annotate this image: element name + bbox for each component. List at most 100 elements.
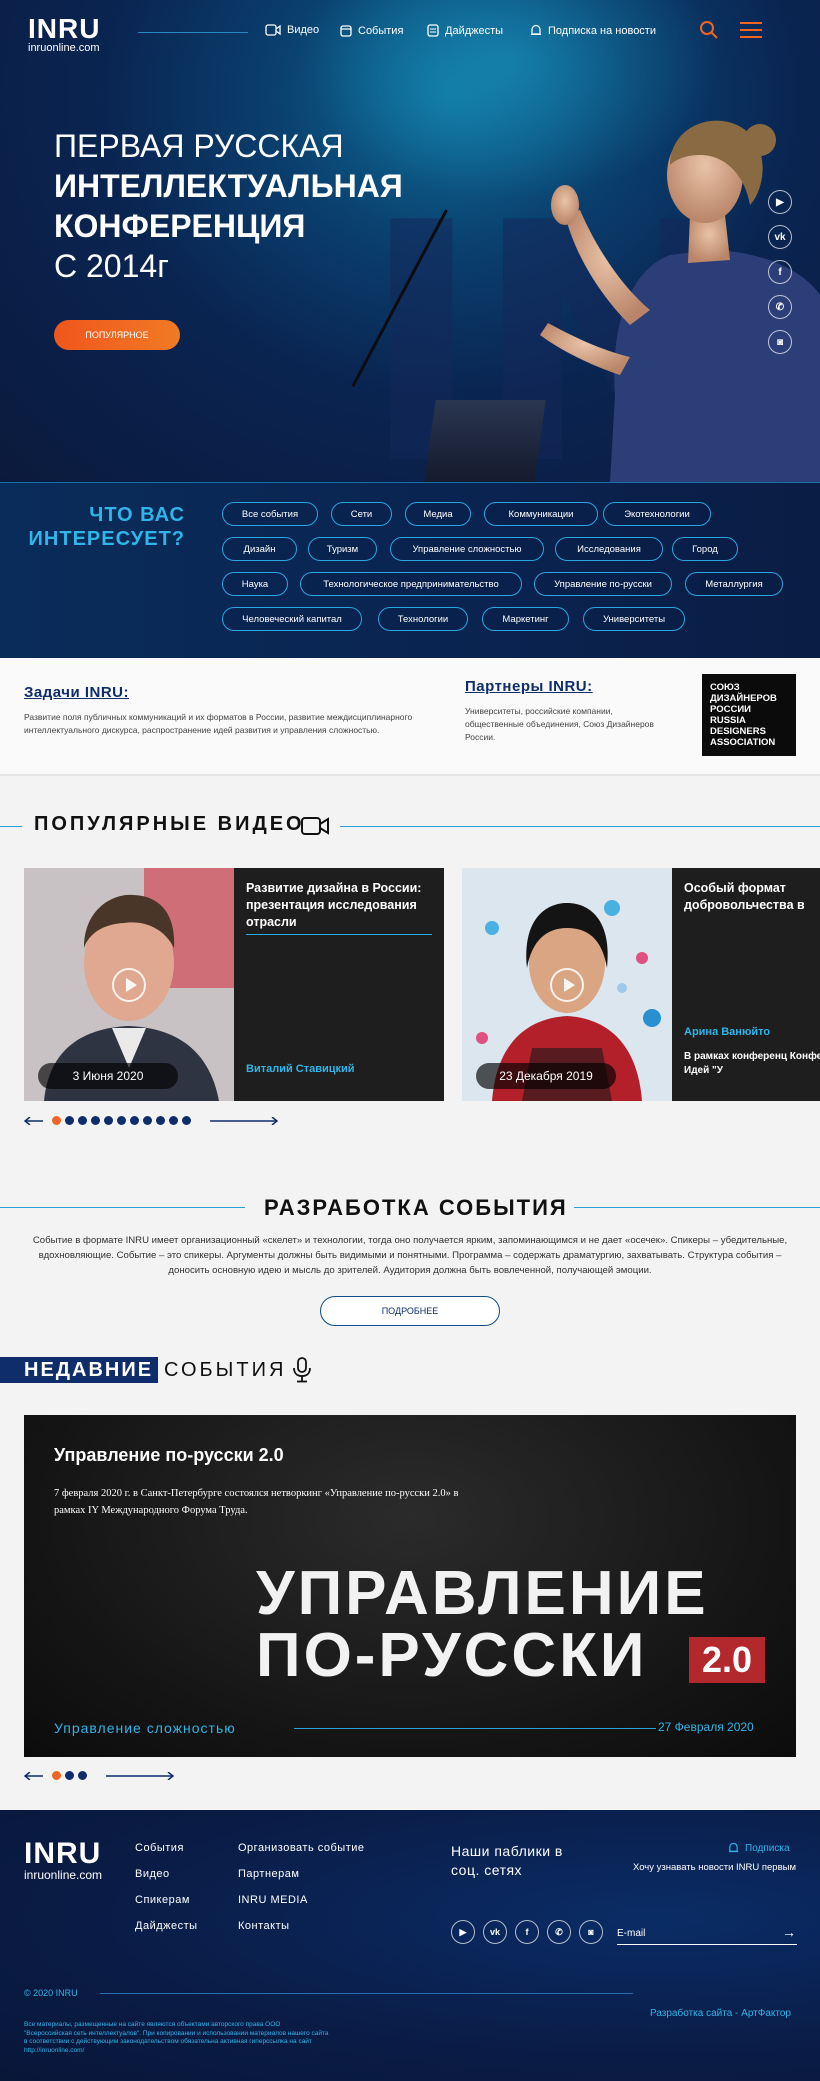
nav-subscribe-label: Подписка на новости xyxy=(548,24,656,37)
instagram-icon[interactable]: ◙ xyxy=(768,330,792,354)
nav-digests[interactable]: Дайджесты xyxy=(427,24,503,37)
chip-science[interactable]: Наука xyxy=(222,572,288,596)
footer-logo-domain: inruonline.com xyxy=(24,1868,103,1882)
chip-networks[interactable]: Сети xyxy=(331,502,392,526)
chip-communications[interactable]: Коммуникации xyxy=(484,502,598,526)
pager-dot[interactable] xyxy=(156,1116,165,1125)
popular-button[interactable]: ПОПУЛЯРНОЕ xyxy=(54,320,180,350)
footer-link-digests[interactable]: Дайджесты xyxy=(135,1920,198,1932)
nav-subscribe[interactable]: Подписка на новости xyxy=(530,24,656,37)
search-icon[interactable] xyxy=(699,20,719,40)
chip-research[interactable]: Исследования xyxy=(555,537,663,561)
recent-title-part2: СОБЫТИЯ xyxy=(164,1359,287,1381)
logo-text: INRU xyxy=(28,13,101,44)
pager-dot[interactable] xyxy=(65,1771,74,1780)
event-card[interactable]: Управление по-русски 2.0 7 февраля 2020 … xyxy=(24,1415,796,1757)
tasks-text: Развитие поля публичных коммуникаций и и… xyxy=(24,712,413,735)
email-input[interactable] xyxy=(617,1923,797,1945)
footer-logo-text: INRU xyxy=(24,1837,102,1870)
video-title[interactable]: Развитие дизайна в России: презентация и… xyxy=(246,880,436,931)
chip-metallurgy[interactable]: Металлургия xyxy=(685,572,783,596)
chip-technology[interactable]: Технологии xyxy=(378,607,468,631)
viber-icon[interactable]: ✆ xyxy=(547,1920,571,1944)
pager-dot[interactable] xyxy=(52,1771,61,1780)
pager-dot[interactable] xyxy=(78,1771,87,1780)
nav-events[interactable]: События xyxy=(340,24,403,37)
chip-management-russian[interactable]: Управление по-русски xyxy=(534,572,672,596)
event-category[interactable]: Управление сложностью xyxy=(54,1720,236,1736)
youtube-icon[interactable]: ▶ xyxy=(451,1920,475,1944)
video-title[interactable]: Особый формат добровольчества в xyxy=(684,880,820,914)
chip-all-events[interactable]: Все события xyxy=(222,502,318,526)
chip-city[interactable]: Город xyxy=(672,537,738,561)
menu-icon[interactable] xyxy=(740,22,762,38)
arrow-left-icon[interactable] xyxy=(24,1771,44,1780)
footer-link-events[interactable]: События xyxy=(135,1842,184,1854)
play-icon[interactable] xyxy=(550,968,584,1002)
video-card[interactable]: 3 Июня 2020 Развитие дизайна в России: п… xyxy=(24,868,444,1101)
instagram-icon[interactable]: ◙ xyxy=(579,1920,603,1944)
interests-title-line2: ИНТЕРЕСУЕТ? xyxy=(28,528,185,550)
hero-title-line3: КОНФЕРЕНЦИЯ xyxy=(54,208,306,244)
arrow-right-icon[interactable] xyxy=(105,1771,175,1780)
footer-link-partners[interactable]: Партнерам xyxy=(238,1868,299,1880)
more-button[interactable]: ПОДРОБНЕЕ xyxy=(320,1296,500,1326)
chip-tourism[interactable]: Туризм xyxy=(308,537,377,561)
chip-ecotech[interactable]: Экотехнологии xyxy=(603,502,711,526)
logo[interactable]: INRU inruonline.com xyxy=(28,13,101,55)
footer-link-contacts[interactable]: Контакты xyxy=(238,1920,290,1932)
pager-dot[interactable] xyxy=(169,1116,178,1125)
partners-title[interactable]: Партнеры INRU: xyxy=(465,678,665,695)
footer-link-speakers[interactable]: Спикерам xyxy=(135,1894,190,1906)
chip-complexity[interactable]: Управление сложностью xyxy=(390,537,544,561)
digest-icon xyxy=(427,24,439,37)
vk-icon[interactable]: vk xyxy=(768,225,792,249)
video-speaker: Виталий Ставицкий xyxy=(246,1063,355,1075)
pager-dot[interactable] xyxy=(143,1116,152,1125)
tasks-title[interactable]: Задачи INRU: xyxy=(24,684,444,701)
developer-link[interactable]: Разработка сайта - АртФактор xyxy=(650,2008,791,2019)
pager-dot[interactable] xyxy=(65,1116,74,1125)
chip-tech-entrepreneurship[interactable]: Технологическое предпринимательство xyxy=(300,572,522,596)
pager-dot[interactable] xyxy=(91,1116,100,1125)
chip-human-capital[interactable]: Человеческий капитал xyxy=(222,607,362,631)
footer-link-videos[interactable]: Видео xyxy=(135,1868,170,1880)
event-poster-line2: ПО-РУССКИ xyxy=(256,1621,648,1690)
pager-dot[interactable] xyxy=(117,1116,126,1125)
chip-universities[interactable]: Университеты xyxy=(583,607,685,631)
youtube-icon[interactable]: ▶ xyxy=(768,190,792,214)
chip-design[interactable]: Дизайн xyxy=(222,537,297,561)
facebook-icon[interactable]: f xyxy=(768,260,792,284)
section-line xyxy=(0,826,22,827)
facebook-icon[interactable]: f xyxy=(515,1920,539,1944)
popular-videos-title: ПОПУЛЯРНЫЕ ВИДЕО xyxy=(34,813,305,835)
partners-block: Партнеры INRU: Университеты, российские … xyxy=(465,678,665,744)
chip-marketing[interactable]: Маркетинг xyxy=(482,607,569,631)
vk-icon[interactable]: vk xyxy=(483,1920,507,1944)
footer-logo[interactable]: INRU inruonline.com xyxy=(24,1837,103,1883)
viber-icon[interactable]: ✆ xyxy=(768,295,792,319)
section-line xyxy=(340,826,820,827)
arrow-left-icon[interactable] xyxy=(24,1116,44,1125)
partners-text: Университеты, российские компании, общес… xyxy=(465,706,654,742)
footer-link-media[interactable]: INRU MEDIA xyxy=(238,1894,308,1906)
video-card[interactable]: 23 Декабря 2019 Особый формат добровольч… xyxy=(462,868,820,1101)
copyright: © 2020 INRU xyxy=(24,1988,78,1998)
hero-social-links: ▶ vk f ✆ ◙ xyxy=(768,190,792,365)
designers-union-logo[interactable]: СОЮЗ ДИЗАЙНЕРОВ РОССИИ RUSSIA DESIGNERS … xyxy=(702,674,796,756)
footer-link-organize[interactable]: Организовать событие xyxy=(238,1842,365,1854)
partner-logo-line: РОССИИ xyxy=(710,704,751,715)
submit-arrow-icon[interactable]: → xyxy=(782,1924,796,1940)
pager-dot[interactable] xyxy=(130,1116,139,1125)
pager-dot[interactable] xyxy=(104,1116,113,1125)
pager-dot[interactable] xyxy=(52,1116,61,1125)
play-icon[interactable] xyxy=(112,968,146,1002)
pager-dot[interactable] xyxy=(182,1116,191,1125)
hero-title-line1: ПЕРВАЯ РУССКАЯ xyxy=(54,128,344,164)
chip-media[interactable]: Медиа xyxy=(405,502,471,526)
arrow-right-icon[interactable] xyxy=(209,1116,279,1125)
footer-subscribe[interactable]: Подписка xyxy=(728,1842,790,1854)
pager-dot[interactable] xyxy=(78,1116,87,1125)
event-title[interactable]: Управление по-русски 2.0 xyxy=(54,1445,284,1466)
nav-videos[interactable]: Видео xyxy=(265,24,319,36)
